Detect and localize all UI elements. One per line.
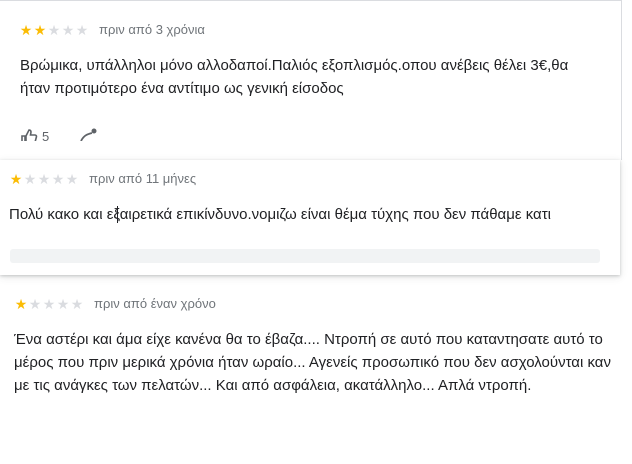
review-meta: ★ ★ ★ ★ ★ πριν από 11 μήνες xyxy=(9,171,196,186)
star-empty-icon: ★ xyxy=(75,21,89,38)
star-empty-icon: ★ xyxy=(65,170,79,187)
like-count: 5 xyxy=(42,129,50,141)
review-card: ★ ★ ★ ★ ★ πριν από 3 χρόνια Βρώμικα, υπάλληλ… xyxy=(0,0,622,160)
star-empty-icon: ★ xyxy=(28,295,42,312)
review-time: πριν από έναν χρόνο xyxy=(94,296,216,311)
star-filled-icon: ★ xyxy=(19,21,33,38)
star-filled-icon: ★ xyxy=(14,295,28,312)
star-rating: ★ ★ ★ ★ ★ xyxy=(19,23,89,37)
loading-placeholder xyxy=(10,249,600,263)
review-time: πριν από 11 μήνες xyxy=(89,171,197,186)
share-icon xyxy=(79,127,99,141)
star-empty-icon: ★ xyxy=(37,170,51,187)
review-meta: ★ ★ ★ ★ ★ πριν από 3 χρόνια xyxy=(19,22,205,37)
review-text: Βρώμικα, υπάλληλοι μόνο αλλοδαποί.Παλιός… xyxy=(20,57,569,97)
star-empty-icon: ★ xyxy=(23,170,37,187)
star-empty-icon: ★ xyxy=(51,170,65,187)
star-empty-icon: ★ xyxy=(47,21,61,38)
star-empty-icon: ★ xyxy=(56,295,70,312)
review-card: ★ ★ ★ ★ ★ πριν από έναν χρόνο Ένα αστέρι και… xyxy=(0,285,632,464)
review-time: πριν από 3 χρόνια xyxy=(99,22,205,37)
star-filled-icon: ★ xyxy=(9,170,23,187)
star-empty-icon: ★ xyxy=(70,295,84,312)
star-rating: ★ ★ ★ ★ ★ xyxy=(14,297,84,311)
review-text: Πολύ κακο και εξαιρετικά επικίνδυνο.νομι… xyxy=(9,206,551,223)
review-meta: ★ ★ ★ ★ ★ πριν από έναν χρόνο xyxy=(14,296,216,311)
share-button[interactable] xyxy=(79,127,99,141)
review-text: Ένα αστέρι και άμα είχε κανένα θα το έβα… xyxy=(14,331,611,394)
star-rating: ★ ★ ★ ★ ★ xyxy=(9,172,79,186)
star-empty-icon: ★ xyxy=(61,21,75,38)
star-filled-icon: ★ xyxy=(33,21,47,38)
star-empty-icon: ★ xyxy=(42,295,56,312)
thumbs-up-icon xyxy=(20,127,38,141)
like-button[interactable]: 5 xyxy=(20,127,49,141)
review-actions: 5 xyxy=(20,127,99,141)
text-cursor xyxy=(117,206,118,223)
